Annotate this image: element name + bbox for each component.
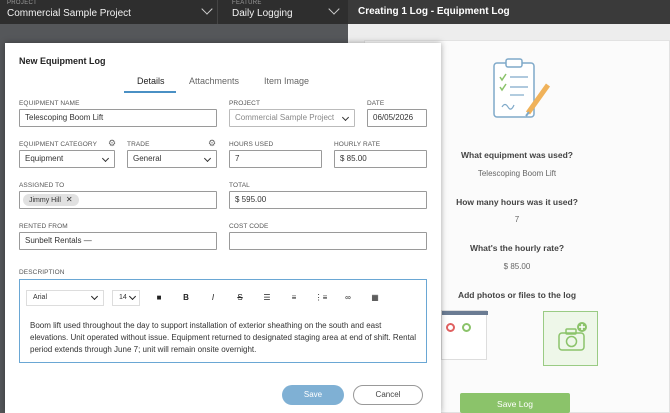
assigned-to-label: ASSIGNED TO — [19, 182, 65, 189]
date-input[interactable]: 06/05/2026 — [367, 109, 427, 127]
trade-value: General — [133, 154, 162, 163]
feature-selector-label: FEATURE — [232, 0, 262, 6]
chevron-down-icon — [90, 292, 99, 301]
description-text[interactable]: Boom lift used throughout the day to sup… — [30, 320, 420, 356]
hours-used-label: HOURS USED — [229, 141, 274, 148]
thumbnail-chart-icon — [462, 323, 471, 332]
strikethrough-icon[interactable]: S — [231, 290, 249, 306]
cost-code-input[interactable] — [229, 232, 427, 250]
hours-used-input[interactable]: 7 — [229, 150, 322, 168]
project-selector-value: Commercial Sample Project — [7, 8, 131, 19]
cost-code-label: COST CODE — [229, 223, 269, 230]
project-selector[interactable]: PROJECT Commercial Sample Project — [0, 0, 218, 24]
align-left-icon[interactable]: ☰ — [258, 290, 276, 306]
close-icon[interactable]: ✕ — [66, 195, 73, 204]
tab-attachments[interactable]: Attachments — [189, 76, 239, 86]
gear-icon[interactable]: ⚙ — [108, 139, 116, 148]
save-button[interactable]: Save — [282, 385, 344, 405]
assignee-chip: Jimmy Hill ✕ — [23, 194, 79, 206]
project-label: PROJECT — [229, 100, 261, 107]
table-icon[interactable]: ▦ — [366, 290, 384, 306]
date-label: DATE — [367, 100, 385, 107]
tab-item-image[interactable]: Item Image — [264, 76, 309, 86]
new-equipment-log-modal: New Equipment Log Details Attachments It… — [5, 43, 441, 413]
project-select-value: Commercial Sample Project — [235, 113, 335, 122]
chevron-down-icon — [203, 154, 212, 163]
panel-title: Creating 1 Log - Equipment Log — [348, 0, 670, 24]
font-size-select[interactable]: 14 — [112, 290, 140, 306]
active-tab-indicator — [124, 91, 176, 93]
description-editor[interactable]: Arial 14 ■ B I S ☰ ≡ ⋮≡ ∞ ▦ Boom lift us… — [19, 279, 427, 363]
tab-details[interactable]: Details — [137, 76, 165, 86]
assignee-chip-label: Jimmy Hill — [29, 197, 61, 204]
trade-label: TRADE — [127, 141, 150, 148]
gear-icon[interactable]: ⚙ — [208, 139, 216, 148]
trade-select[interactable]: General — [127, 150, 217, 168]
project-select[interactable]: Commercial Sample Project — [229, 109, 355, 127]
chevron-down-icon — [101, 154, 110, 163]
save-log-button[interactable]: Save Log — [460, 393, 570, 413]
link-icon[interactable]: ∞ — [339, 290, 357, 306]
font-size-value: 14 — [119, 294, 127, 301]
rented-from-input[interactable]: Sunbelt Rentals — — [19, 232, 217, 250]
attachment-thumbnail[interactable] — [441, 310, 488, 360]
total-label: TOTAL — [229, 182, 250, 189]
top-bar: PROJECT Commercial Sample Project FEATUR… — [0, 0, 670, 24]
numbered-list-icon[interactable]: ⋮≡ — [312, 290, 330, 306]
equipment-category-label: EQUIPMENT CATEGORY — [19, 141, 98, 148]
equipment-name-input[interactable]: Telescoping Boom Lift — [19, 109, 217, 127]
description-label: DESCRIPTION — [19, 269, 65, 276]
total-input[interactable]: $ 595.00 — [229, 191, 427, 209]
font-family-select[interactable]: Arial — [26, 290, 104, 306]
assigned-to-input[interactable]: Jimmy Hill ✕ — [19, 191, 217, 209]
clipboard-illustration-icon — [493, 58, 551, 118]
italic-icon[interactable]: I — [204, 290, 222, 306]
hourly-rate-label: HOURLY RATE — [334, 141, 381, 148]
equipment-name-label: EQUIPMENT NAME — [19, 100, 80, 107]
thumbnail-chart-icon — [446, 323, 455, 332]
font-family-value: Arial — [33, 294, 48, 301]
equipment-category-value: Equipment — [25, 154, 64, 163]
thumbnail-header — [442, 311, 488, 315]
bullet-list-icon[interactable]: ≡ — [285, 290, 303, 306]
chevron-down-icon — [341, 113, 350, 122]
hourly-rate-input[interactable]: $ 85.00 — [334, 150, 427, 168]
chevron-down-icon — [128, 292, 137, 301]
bold-icon[interactable]: B — [177, 290, 195, 306]
rented-from-label: RENTED FROM — [19, 223, 68, 230]
project-selector-label: PROJECT — [7, 0, 38, 6]
cancel-button[interactable]: Cancel — [353, 385, 423, 405]
equipment-category-select[interactable]: Equipment — [19, 150, 115, 168]
add-photo-button[interactable] — [543, 311, 598, 366]
feature-selector[interactable]: FEATURE Daily Logging — [225, 0, 345, 24]
camera-plus-icon — [558, 322, 587, 351]
text-color-icon[interactable]: ■ — [150, 290, 168, 306]
modal-title: New Equipment Log — [19, 56, 106, 66]
